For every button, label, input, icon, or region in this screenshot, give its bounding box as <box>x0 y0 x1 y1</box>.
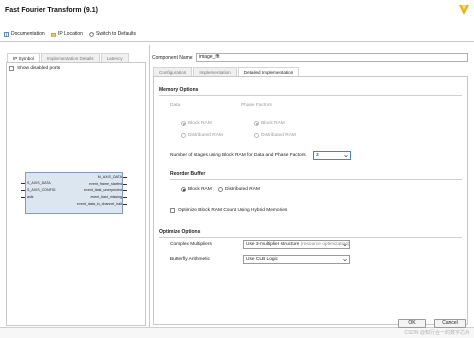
port-pin <box>21 190 25 191</box>
radio-dot[interactable] <box>181 121 186 126</box>
title-bar: Fast Fourier Transform (9.1) <box>0 0 474 28</box>
tab-detailed-implementation[interactable]: Detailed Implementation <box>237 67 300 76</box>
port-event-frame-started: event_frame_started <box>89 182 122 186</box>
stages-select[interactable]: 3 <box>313 151 351 160</box>
data-block-ram-radio[interactable]: Block RAM <box>181 121 212 126</box>
chevron-down-icon <box>343 258 347 262</box>
radio-dot[interactable] <box>254 133 259 138</box>
port-pin <box>123 190 127 191</box>
data-distributed-ram-radio[interactable]: Distributed RAM <box>181 133 223 138</box>
hybrid-memories-label: Optimize Block RAM Count Using Hybrid Me… <box>178 208 288 213</box>
radio-dot[interactable] <box>181 133 186 138</box>
checkbox-box[interactable] <box>9 66 14 71</box>
memory-options-title: Memory Options <box>159 87 199 93</box>
radio-dot[interactable] <box>254 121 259 126</box>
port-pin <box>123 177 127 178</box>
complex-multipliers-value: Use 3-multiplier structure <box>246 242 300 247</box>
port-aclk: aclk <box>27 195 34 199</box>
radio-label: Distributed RAM <box>225 187 260 192</box>
reorder-distributed-ram-radio[interactable]: Distributed RAM <box>218 187 260 192</box>
radio-label: Distributed RAM <box>261 133 296 138</box>
port-pin <box>123 197 127 198</box>
documentation-button[interactable]: Documentation <box>4 31 45 37</box>
reorder-block-ram-radio[interactable]: Block RAM <box>181 187 212 192</box>
section-divider <box>159 95 462 96</box>
phase-factors-label: Phase Factors <box>241 103 272 108</box>
right-tabs: Configuration Implementation Detailed Im… <box>153 67 300 76</box>
component-name-row: Component Name image_fft <box>152 53 468 63</box>
port-pin <box>123 184 127 185</box>
port-pin <box>123 204 127 205</box>
port-pin <box>21 197 25 198</box>
tab-configuration[interactable]: Configuration <box>153 67 193 76</box>
port-event-tlast-unexpected: event_tlast_unexpected <box>84 188 122 192</box>
complex-multipliers-select[interactable]: Use 3-multiplier structure (resource opt… <box>243 240 350 249</box>
port-pin <box>21 183 25 184</box>
ip-location-button[interactable]: IP Location <box>51 31 83 37</box>
phase-block-ram-radio[interactable]: Block RAM <box>254 121 285 126</box>
tab-latency[interactable]: Latency <box>100 53 129 62</box>
port-m-axis-data: M_AXIS_DATA <box>97 175 122 179</box>
stages-value: 3 <box>316 153 319 158</box>
book-icon <box>4 31 9 37</box>
optimize-options-title: Optimize Options <box>159 229 201 235</box>
switch-defaults-button[interactable]: Switch to Defaults <box>89 31 136 37</box>
data-label: Data <box>170 103 181 108</box>
complex-multipliers-label: Complex Multipliers <box>170 242 212 247</box>
phase-distributed-ram-radio[interactable]: Distributed RAM <box>254 133 296 138</box>
window-title: Fast Fourier Transform (9.1) <box>5 7 98 14</box>
stages-label: Number of stages using Block RAM for Dat… <box>170 153 306 158</box>
refresh-icon <box>89 31 94 37</box>
reorder-buffer-title: Reorder Buffer <box>170 171 206 177</box>
folder-icon <box>51 32 56 37</box>
toolbar-divider <box>0 41 474 42</box>
chevron-down-icon <box>344 154 348 158</box>
left-tabs: IP Symbol Implementation Details Latency <box>7 53 130 62</box>
tab-implementation-details[interactable]: Implementation Details <box>40 53 100 62</box>
documentation-label: Documentation <box>11 31 45 37</box>
butterfly-arithmetic-value: Use CLB Logic <box>246 257 278 262</box>
radio-label: Distributed RAM <box>188 133 223 138</box>
show-disabled-ports-label: Show disabled ports <box>17 66 61 71</box>
port-event-data-in-channel-halt: event_data_in_channel_halt <box>77 202 122 206</box>
switch-defaults-label: Switch to Defaults <box>96 31 137 37</box>
detailed-implementation-panel <box>153 76 468 325</box>
radio-label: Block RAM <box>188 121 212 126</box>
radio-label: Block RAM <box>188 187 212 192</box>
butterfly-arithmetic-label: Butterfly Arithmetic <box>170 257 210 262</box>
section-divider <box>170 179 462 180</box>
tab-ip-symbol[interactable]: IP Symbol <box>7 53 40 62</box>
show-disabled-ports-checkbox[interactable]: Show disabled ports <box>9 66 60 71</box>
toolbar: Documentation IP Location Switch to Defa… <box>0 29 474 40</box>
section-divider <box>159 237 462 238</box>
butterfly-arithmetic-select[interactable]: Use CLB Logic <box>243 255 350 264</box>
ok-button[interactable]: OK <box>398 319 426 328</box>
chevron-down-icon <box>343 243 347 247</box>
radio-dot[interactable] <box>181 187 186 192</box>
status-bar <box>0 327 474 338</box>
tab-implementation[interactable]: Implementation <box>193 67 237 76</box>
cancel-button[interactable]: Cancel <box>434 319 466 328</box>
component-name-label: Component Name <box>152 55 193 61</box>
ip-location-label: IP Location <box>58 31 83 37</box>
hybrid-memories-checkbox[interactable]: Optimize Block RAM Count Using Hybrid Me… <box>170 208 287 213</box>
radio-label: Block RAM <box>261 121 285 126</box>
watermark-text: CSDN @知行合一的数字芯片 <box>404 330 470 336</box>
port-s-axis-config: S_AXIS_CONFIG <box>27 188 56 192</box>
checkbox-box[interactable] <box>170 208 175 213</box>
port-s-axis-data: S_AXIS_DATA <box>27 181 51 185</box>
radio-dot[interactable] <box>218 187 223 192</box>
vivado-logo-icon <box>459 5 469 15</box>
port-event-tlast-missing: event_tlast_missing <box>90 195 122 199</box>
component-name-input[interactable]: image_fft <box>196 53 468 62</box>
pane-splitter[interactable] <box>149 45 150 327</box>
